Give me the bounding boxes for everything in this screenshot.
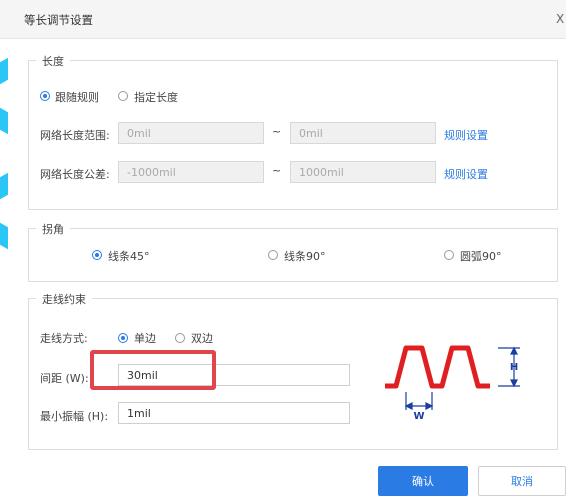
height-dimension-label: H: [510, 362, 518, 373]
left-edge-decoration-2: [0, 107, 8, 135]
serpentine-trace: [385, 345, 490, 389]
min-amplitude-input[interactable]: [118, 402, 350, 424]
dialog-titlebar: 等长调节设置 X: [0, 0, 566, 39]
length-group-title: 长度: [36, 53, 70, 69]
gap-highlight-box: [90, 350, 216, 390]
specify-length-radio[interactable]: [118, 91, 128, 101]
width-dimension-label: W: [413, 411, 424, 422]
specify-length-label[interactable]: 指定长度: [134, 89, 178, 105]
length-tolerance-max-input[interactable]: [290, 161, 436, 183]
length-range-label: 网络长度范围:: [40, 129, 110, 142]
range-rule-settings-link[interactable]: 规则设置: [444, 127, 488, 143]
tolerance-rule-settings-link[interactable]: 规则设置: [444, 166, 488, 182]
length-range-separator: ~: [272, 125, 282, 138]
follow-rule-radio[interactable]: [40, 91, 50, 101]
corner-group-title: 拐角: [36, 221, 70, 237]
left-edge-decoration-4: [0, 222, 8, 250]
length-range-max-input[interactable]: [290, 122, 436, 144]
corner-line45-label[interactable]: 线条45°: [108, 248, 150, 264]
single-side-label[interactable]: 单边: [134, 330, 156, 346]
length-range-min-input[interactable]: [118, 122, 264, 144]
corner-arc90-radio[interactable]: [444, 250, 454, 260]
double-side-label[interactable]: 双边: [191, 330, 213, 346]
corner-line90-radio[interactable]: [268, 250, 278, 260]
serpentine-diagram: H W: [385, 345, 520, 422]
cancel-button[interactable]: 取消: [478, 466, 566, 496]
corner-line90-label[interactable]: 线条90°: [284, 248, 326, 264]
corner-line45-radio[interactable]: [92, 250, 102, 260]
length-tolerance-label: 网络长度公差:: [40, 168, 110, 181]
routing-group-title: 走线约束: [36, 291, 92, 307]
double-side-radio[interactable]: [175, 333, 185, 343]
gap-label: 间距 (W):: [40, 372, 89, 385]
confirm-button[interactable]: 确认: [378, 466, 468, 496]
follow-rule-label[interactable]: 跟随规则: [55, 89, 99, 105]
corner-arc90-label[interactable]: 圆弧90°: [460, 248, 502, 264]
length-tolerance-separator: ~: [272, 164, 282, 177]
length-tolerance-min-input[interactable]: [118, 161, 264, 183]
left-edge-decoration-1: [0, 57, 8, 85]
single-side-radio[interactable]: [118, 333, 128, 343]
dialog-title: 等长调节设置: [24, 13, 93, 27]
width-dimension: [404, 392, 434, 410]
routing-style-label: 走线方式:: [40, 332, 88, 345]
min-amplitude-label: 最小振幅 (H):: [40, 410, 109, 423]
close-icon[interactable]: X: [556, 12, 564, 26]
left-edge-decoration-3: [0, 172, 8, 200]
